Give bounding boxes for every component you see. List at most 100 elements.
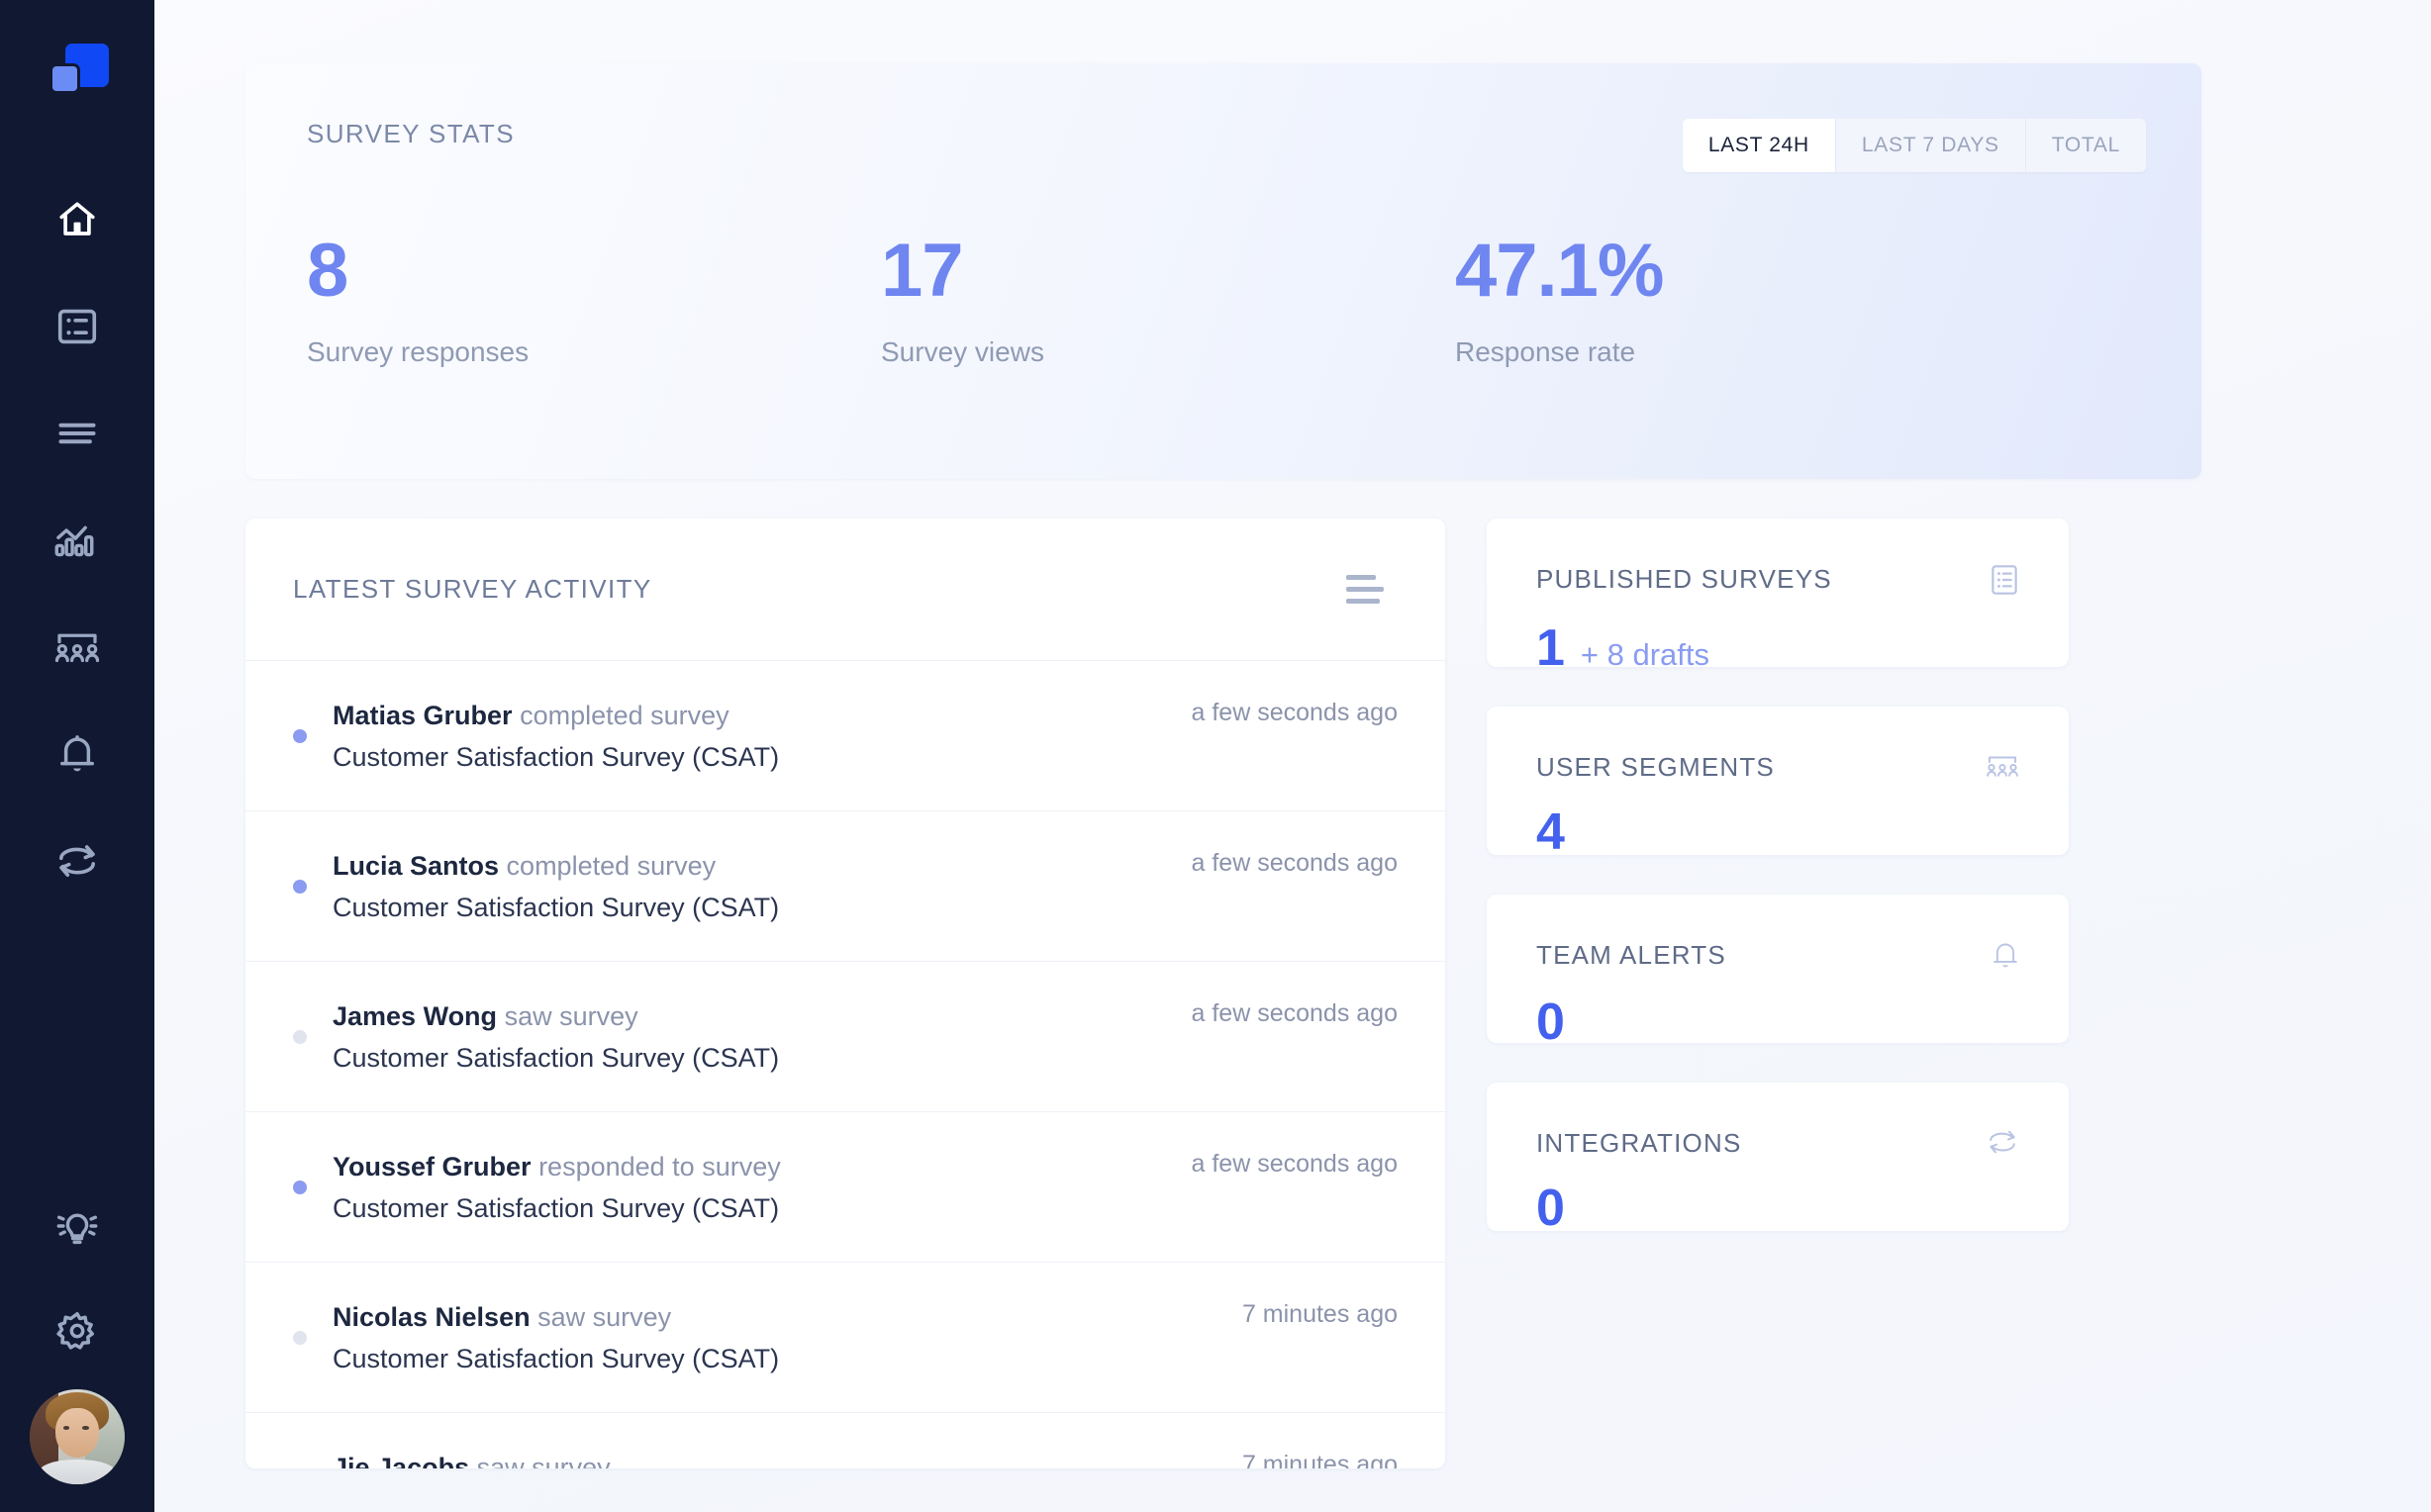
activity-survey-name: Customer Satisfaction Survey (CSAT) [333,741,780,772]
activity-action: completed survey [512,701,729,731]
gear-icon [55,1309,99,1353]
stats-metrics: 8 Survey responses 17 Survey views 47.1%… [307,234,2146,368]
activity-survey-name: Customer Satisfaction Survey (CSAT) [333,892,780,922]
stats-header: SURVEY STATS LAST 24H LAST 7 DAYS TOTAL [307,119,2146,172]
lines-icon [55,419,99,448]
main-content: SURVEY STATS LAST 24H LAST 7 DAYS TOTAL … [154,0,2431,1512]
activity-user: Jie Jacobs [333,1453,470,1468]
range-last-24h[interactable]: LAST 24H [1682,119,1836,172]
latest-survey-activity-card: LATEST SURVEY ACTIVITY Matias Gruber com… [245,519,1445,1468]
activity-body: Jie Jacobs saw survey Customer Satisfact… [333,1451,1242,1468]
activity-user: Lucia Santos [333,851,500,882]
sidebar-item-responses[interactable] [0,380,154,487]
sidebar-item-settings[interactable] [0,1278,154,1383]
list-icon [1990,564,2019,601]
sidebar-item-home[interactable] [0,166,154,273]
card-value-row: 0 [1536,996,2019,1048]
table-row[interactable]: Jie Jacobs saw survey Customer Satisfact… [245,1413,1445,1468]
card-value-row: 4 [1536,806,2019,858]
activity-headline: Matias Gruber completed survey [333,699,1192,733]
logo-square-small [49,63,80,94]
activity-headline: Jie Jacobs saw survey [333,1451,1242,1468]
repeat-icon [53,843,101,879]
activity-action: saw survey [530,1302,672,1333]
activity-body: Nicolas Nielsen saw survey Customer Sati… [333,1300,1242,1373]
activity-timestamp: 7 minutes ago [1241,1451,1398,1468]
card-value: 1 [1536,619,1565,677]
card-title: PUBLISHED SURVEYS [1536,564,1832,594]
table-row[interactable]: Youssef Gruber responded to survey Custo… [245,1112,1445,1263]
bell-icon [1992,940,2019,975]
range-total[interactable]: TOTAL [2025,119,2146,172]
sidebar-item-segments[interactable] [0,594,154,701]
sidebar [0,0,154,1512]
table-row[interactable]: Matias Gruber completed survey Customer … [245,661,1445,811]
activity-survey-name: Customer Satisfaction Survey (CSAT) [333,1343,780,1373]
app-logo[interactable] [44,36,111,103]
hamburger-line [1346,599,1380,604]
home-icon [54,199,100,240]
bell-icon [57,733,97,775]
chart-icon [53,520,101,560]
sidebar-item-ideas[interactable] [0,1174,154,1278]
table-row[interactable]: Nicolas Nielsen saw survey Customer Sati… [245,1263,1445,1413]
survey-stats-panel: SURVEY STATS LAST 24H LAST 7 DAYS TOTAL … [245,63,2201,479]
card-value: 0 [1536,1180,1565,1237]
lower-grid: LATEST SURVEY ACTIVITY Matias Gruber com… [245,519,2201,1468]
activity-timestamp: a few seconds ago [1191,699,1398,726]
card-value: 4 [1536,803,1565,861]
segments-icon [53,629,101,665]
card-published-surveys[interactable]: PUBLISHED SURVEYS 1 + 8 drafts [1487,519,2069,674]
metric-label: Response rate [1455,336,1636,367]
summary-cards: PUBLISHED SURVEYS 1 + 8 drafts USER SEGM… [1487,519,2069,1234]
activity-user: Matias Gruber [333,701,513,731]
activity-user: Youssef Gruber [333,1152,532,1182]
activity-survey-name: Customer Satisfaction Survey (CSAT) [333,1042,780,1073]
card-header: PUBLISHED SURVEYS [1536,564,2019,601]
sidebar-item-analytics[interactable] [0,487,154,594]
activity-title: LATEST SURVEY ACTIVITY [293,574,652,604]
activity-headline: Lucia Santos completed survey [333,849,1192,884]
activity-body: James Wong saw survey Customer Satisfact… [333,999,1192,1073]
activity-body: Lucia Santos completed survey Customer S… [333,849,1192,922]
activity-headline: James Wong saw survey [333,999,1192,1034]
table-row[interactable]: Lucia Santos completed survey Customer S… [245,811,1445,962]
card-team-alerts[interactable]: TEAM ALERTS 0 [1487,895,2069,1048]
activity-action: saw survey [497,1001,638,1032]
table-row[interactable]: James Wong saw survey Customer Satisfact… [245,962,1445,1112]
activity-timestamp: a few seconds ago [1191,849,1398,877]
metric-survey-views: 17 Survey views [881,234,1455,368]
activity-body: Matias Gruber completed survey Customer … [333,699,1192,772]
card-title: USER SEGMENTS [1536,752,1775,782]
metric-value: 8 [307,229,348,313]
repeat-icon [1986,1128,2019,1161]
activity-user: James Wong [333,1001,498,1032]
activity-user: Nicolas Nielsen [333,1302,531,1333]
status-dot [293,1180,307,1194]
activity-action: responded to survey [531,1152,781,1182]
activity-action: completed survey [499,851,717,882]
hamburger-line [1346,575,1376,580]
sidebar-item-alerts[interactable] [0,701,154,807]
card-title: INTEGRATIONS [1536,1128,1742,1158]
sidebar-item-surveys[interactable] [0,273,154,380]
activity-timestamp: 7 minutes ago [1241,1300,1398,1328]
card-user-segments[interactable]: USER SEGMENTS 4 [1487,707,2069,858]
card-title: TEAM ALERTS [1536,940,1726,970]
card-integrations[interactable]: INTEGRATIONS 0 [1487,1083,2069,1234]
activity-survey-name: Customer Satisfaction Survey (CSAT) [333,1192,780,1223]
activity-headline: Nicolas Nielsen saw survey [333,1300,1242,1335]
avatar[interactable] [30,1389,125,1484]
card-header: USER SEGMENTS [1536,752,2019,785]
metric-value: 17 [881,229,964,313]
hamburger-icon[interactable] [1346,575,1384,604]
activity-header: LATEST SURVEY ACTIVITY [245,519,1445,661]
metric-label: Survey responses [307,336,530,367]
range-last-7-days[interactable]: LAST 7 DAYS [1835,119,2026,172]
metric-label: Survey views [881,336,1044,367]
card-value-row: 0 [1536,1182,2019,1234]
metric-response-rate: 47.1% Response rate [1455,234,2029,368]
card-subvalue: + 8 drafts [1580,637,1710,672]
activity-headline: Youssef Gruber responded to survey [333,1150,1192,1184]
sidebar-item-integrations[interactable] [0,807,154,914]
